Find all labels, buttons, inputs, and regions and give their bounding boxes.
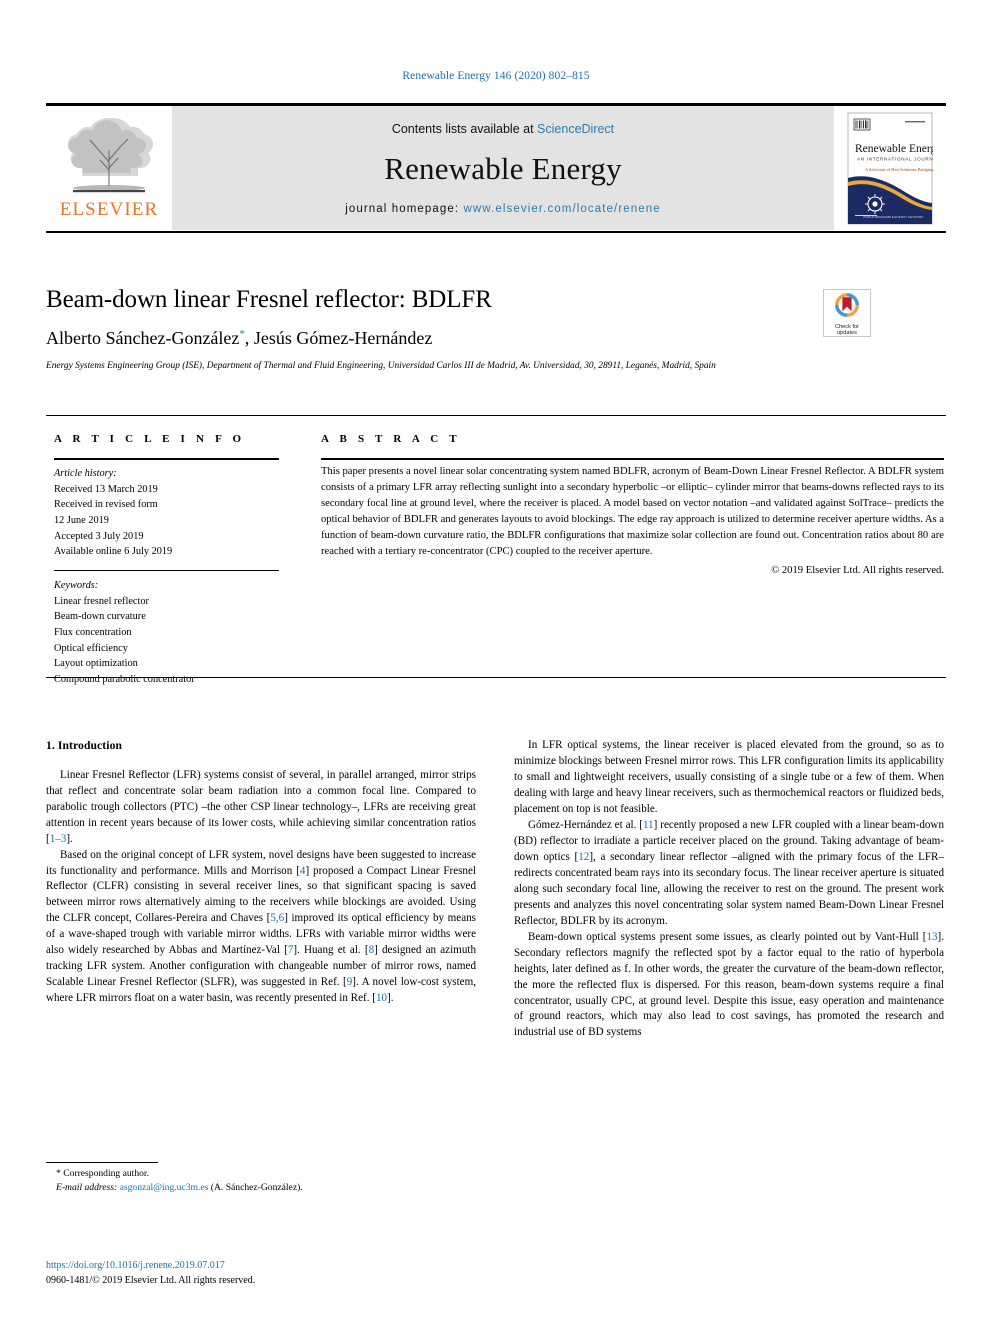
paragraph-text: ]. [387,992,394,1005]
paragraph-text: ]. Huang et al. [ [293,944,369,957]
abstract-rule [321,458,944,460]
email-note: E-mail address: asgonzal@ing.uc3m.es (A.… [46,1181,476,1195]
abstract-copyright: © 2019 Elsevier Ltd. All rights reserved… [771,564,944,576]
crossmark-label-line2: updates [837,330,857,337]
abstract-text: This paper presents a novel linear solar… [321,466,944,558]
body-paragraph: In LFR optical systems, the linear recei… [514,738,944,818]
right-paragraphs: In LFR optical systems, the linear recei… [514,738,944,1041]
history-item: Available online 6 July 2019 [54,546,173,558]
page-title: Beam-down linear Fresnel reflector: BDLF… [46,286,492,313]
citation-link[interactable]: 1–3 [50,833,67,845]
journal-masthead: ELSEVIER Contents lists available at Sci… [46,103,946,230]
body-column-left: 1. Introduction Linear Fresnel Reflector… [46,738,476,1007]
body-paragraph: Linear Fresnel Reflector (LFR) systems c… [46,768,476,848]
body-paragraph: Gómez-Hernández et al. [11] recently pro… [514,818,944,930]
citation-link[interactable]: 5,6 [270,912,284,924]
crossmark-check-for-updates-icon [834,293,860,323]
journal-cover-thumbnail: Renewable Energy AN INTERNATIONAL JOURNA… [834,106,946,230]
email-owner: (A. Sánchez-González). [210,1182,303,1194]
footer-block: https://doi.org/10.1016/j.renene.2019.07… [46,1258,546,1288]
crossmark-badge[interactable]: Check for updates [823,289,871,337]
contents-prefix: Contents lists available at [391,122,534,136]
email-link[interactable]: asgonzal@ing.uc3m.es [120,1182,209,1193]
corresponding-author-note: * Corresponding author. [56,1168,149,1179]
citation-link[interactable]: 10 [376,992,387,1004]
sciencedirect-link[interactable]: ScienceDirect [537,122,614,136]
svg-text:AN INTERNATIONAL JOURNAL: AN INTERNATIONAL JOURNAL [857,156,933,161]
elsevier-wordmark: ELSEVIER [59,199,159,220]
journal-title: Renewable Energy [384,151,622,186]
paragraph-text: Linear Fresnel Reflector (LFR) systems c… [46,768,476,845]
issn-copyright-line: 0960-1481/© 2019 Elsevier Ltd. All right… [46,1275,256,1286]
keyword-item: Layout optimization [54,658,138,670]
keywords-block: Keywords: Linear fresnel reflector Beam-… [54,578,294,687]
history-item: Accepted 3 July 2019 [54,530,144,542]
body-paragraph: Beam-down optical systems present some i… [514,930,944,1042]
author-list: Alberto Sánchez-González*, Jesús Gómez-H… [46,328,806,349]
history-item: Received in revised form [54,499,158,511]
history-item: Received 13 March 2019 [54,483,158,495]
body-column-right: In LFR optical systems, the linear recei… [514,738,944,1041]
article-history-block: Article history: Received 13 March 2019 … [54,466,294,560]
section-heading-introduction: 1. Introduction [46,739,123,752]
author-secondary: , Jesús Gómez-Hernández [244,328,433,348]
keyword-item: Linear fresnel reflector [54,595,149,607]
paragraph-text: Beam-down optical systems present some i… [528,930,927,943]
keywords-label: Keywords: [54,580,99,591]
elsevier-logo: ELSEVIER [46,106,172,230]
svg-text:A Selection of Best Solutions: A Selection of Best Solutions Bridging I… [865,167,933,172]
citation-link[interactable]: 11 [643,819,654,831]
footnote-rule [46,1162,158,1163]
journal-homepage-line: journal homepage: www.elsevier.com/locat… [345,203,661,215]
svg-text:Renewable Energy: Renewable Energy [855,143,933,155]
citation-link[interactable]: 12 [578,851,589,863]
keyword-item: Flux concentration [54,626,132,638]
masthead-bottom-rule [46,231,946,233]
paragraph-text: Gómez-Hernández et al. [ [528,818,643,831]
affiliation: Energy Systems Engineering Group (ISE), … [46,361,716,371]
citation-link[interactable]: 13 [926,931,937,943]
paper-page: Renewable Energy 146 (2020) 802–815 ELSE… [0,0,992,1323]
left-paragraphs: Linear Fresnel Reflector (LFR) systems c… [46,768,476,1008]
info-section-bottom-rule [46,677,946,678]
keyword-item: Beam-down curvature [54,611,146,623]
abstract-heading: A B S T R A C T [321,433,461,445]
article-info-rule [54,458,279,460]
elsevier-tree-icon [57,110,161,198]
homepage-url-link[interactable]: www.elsevier.com/locate/renene [463,203,660,215]
paragraph-text: ]. Secondary reflectors magnify the refl… [514,930,944,1039]
keyword-item: Optical efficiency [54,642,128,654]
contents-available-line: Contents lists available at ScienceDirec… [392,122,614,136]
abstract-block: This paper presents a novel linear solar… [321,464,944,579]
email-label: E-mail address: [56,1182,118,1194]
body-paragraph: Based on the original concept of LFR sys… [46,848,476,1008]
article-info-heading: A R T I C L E I N F O [54,433,246,445]
masthead-band: Contents lists available at ScienceDirec… [172,106,834,230]
history-item: 12 June 2019 [54,514,109,526]
paragraph-text: ]. [66,832,73,845]
paragraph-text: In LFR optical systems, the linear recei… [514,739,944,815]
doi-link[interactable]: https://doi.org/10.1016/j.renene.2019.07… [46,1258,546,1273]
keyword-item: Compound parabolic concentrator [54,673,195,685]
footnote-block: * Corresponding author. E-mail address: … [46,1167,476,1196]
running-head: Renewable Energy 146 (2020) 802–815 [402,70,590,82]
author-primary: Alberto Sánchez-González [46,328,240,348]
info-section-top-rule [46,415,946,416]
article-history-label: Article history: [54,468,117,479]
keywords-divider-rule [54,570,279,571]
homepage-label: journal homepage: [345,203,460,215]
